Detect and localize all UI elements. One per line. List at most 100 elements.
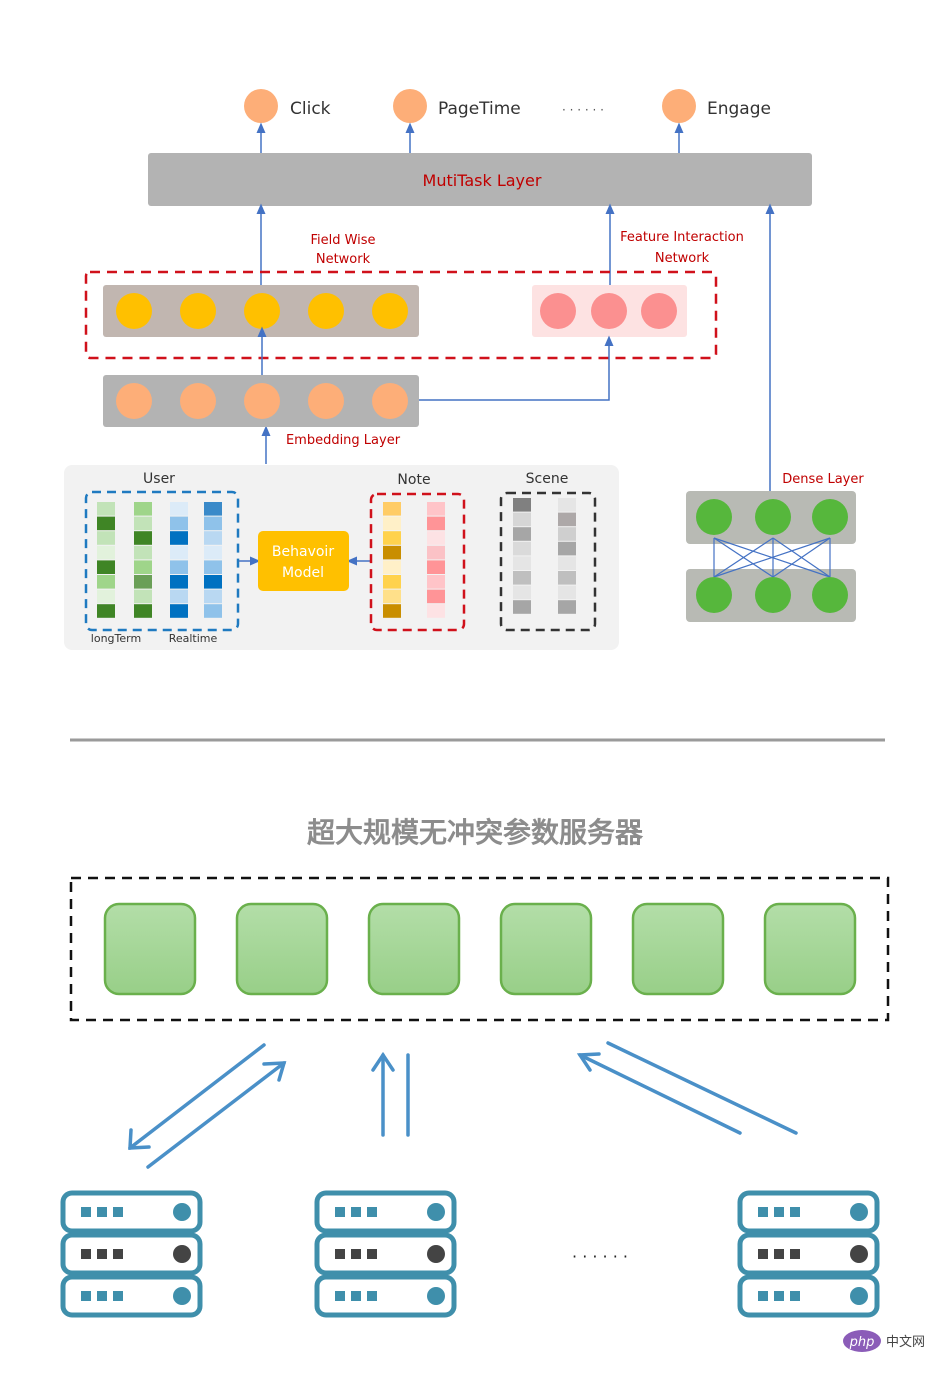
output-label-pagetime: PageTime [438,99,521,119]
field-node [244,293,280,329]
server-indicator [758,1207,768,1217]
server-led-icon [850,1287,868,1305]
server-led-icon [850,1245,868,1263]
feature-interaction-nodes [540,293,677,329]
user-feature-cell [97,502,115,516]
output-arrows [256,122,684,153]
server-indicator [97,1249,107,1259]
server-led-icon [850,1203,868,1221]
multitask-layer-label: MutiTask Layer [423,171,542,190]
field-wise-label-2: Network [316,252,371,267]
server-indicator [113,1207,123,1217]
behavior-model-label-1: Behavoir [272,544,334,560]
server-indicator [790,1291,800,1301]
server-indicator [774,1249,784,1259]
server-indicator [97,1291,107,1301]
behavior-model-label-2: Model [282,565,324,581]
user-feature-cell [97,545,115,560]
output-node-engage [662,89,696,123]
server-indicator [351,1291,361,1301]
server-indicator [81,1207,91,1217]
dense-layer-label: Dense Layer [782,472,864,487]
user-feature-cell [204,531,222,545]
arrow-down-left [128,1043,266,1150]
user-feature-cell [204,575,222,589]
param-block [631,902,725,996]
param-block [763,902,857,996]
param-blocks [103,902,857,996]
note-feature-cell [427,545,445,560]
scene-feature-cell [513,498,531,512]
field-wise-label-1: Field Wise [310,233,375,248]
user-feature-cell [97,589,115,604]
embedding-node [244,383,280,419]
server-indicator [97,1207,107,1217]
scene-feature-cell [513,527,531,541]
note-feature-cell [383,531,401,545]
server-indicator [758,1249,768,1259]
server-indicator [335,1291,345,1301]
user-feature-cell [134,545,152,560]
server-rack-icon [60,1190,203,1318]
user-feature-cell [97,560,115,574]
interaction-node [591,293,627,329]
diagram-canvas: Click PageTime · · · · · · Engage MutiTa… [60,89,925,1352]
field-node [372,293,408,329]
server-indicator [774,1207,784,1217]
server-indicator [758,1291,768,1301]
param-block [499,902,593,996]
scene-feature-cell [558,541,576,556]
note-feature-cell [383,516,401,531]
output-node-click [244,89,278,123]
server-indicator [113,1291,123,1301]
comm-arrows [128,1041,798,1169]
user-feature-cell [170,502,188,516]
note-feature-cell [427,516,445,531]
dense-node [696,499,732,535]
server-led-icon [427,1245,445,1263]
user-feature-cell [134,560,152,574]
feature-interaction-label-2: Network [655,251,710,266]
user-feature-cell [170,531,188,545]
server-indicator [774,1291,784,1301]
server-indicator [367,1249,377,1259]
param-server-title: 超大规模无冲突参数服务器 [307,816,644,849]
watermark-text: 中文网 [886,1335,925,1350]
user-feature-cell [170,589,188,604]
longterm-label: longTerm [91,632,141,645]
dense-nodes [696,499,848,613]
note-feature-cell [383,604,401,618]
dense-node [755,499,791,535]
note-feature-cell [383,502,401,516]
server-indicator [351,1207,361,1217]
embedding-node [308,383,344,419]
user-feature-cell [134,575,152,589]
server-led-icon [173,1245,191,1263]
server-led-icon [173,1203,191,1221]
note-feature-cell [383,560,401,574]
user-feature-cell [170,516,188,531]
note-feature-cell [427,531,445,545]
note-feature-cell [427,589,445,604]
embedding-node [180,383,216,419]
server-led-icon [427,1203,445,1221]
note-feature-cell [427,502,445,516]
user-feature-cell [97,531,115,545]
interaction-node [540,293,576,329]
scene-feature-cell [513,556,531,570]
note-label: Note [397,472,430,488]
scene-feature-cell [558,585,576,600]
field-node [308,293,344,329]
output-ellipsis: · · · · · · [562,103,604,117]
user-feature-cell [204,560,222,574]
interaction-node [641,293,677,329]
servers-ellipsis: · · · · · · [572,1247,628,1266]
scene-label: Scene [526,471,569,487]
scene-feature-cell [513,600,531,614]
output-label-engage: Engage [707,99,771,119]
watermark: php 中文网 [843,1330,925,1352]
feature-interaction-label-1: Feature Interaction [620,230,744,245]
user-feature-cell [170,545,188,560]
dense-node [812,577,848,613]
server-indicator [81,1291,91,1301]
